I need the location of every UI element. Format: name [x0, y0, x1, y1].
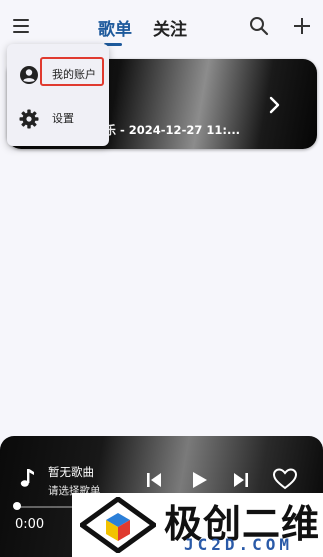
menu-item-my-account[interactable]: 我的账户: [7, 56, 109, 92]
play-icon[interactable]: [188, 469, 210, 491]
menu-item-label: 我的账户: [52, 68, 96, 81]
current-time: 0:00: [15, 517, 45, 532]
chevron-right-icon: [267, 96, 283, 114]
watermark: 极创二维 JC2D.COM: [72, 493, 323, 557]
overflow-menu: 我的账户 设置: [7, 44, 109, 146]
playlist-title: 音乐 - 2024-12-27 11:...: [93, 123, 241, 137]
watermark-text-en: JC2D.COM: [184, 535, 294, 554]
gear-icon: [19, 109, 39, 129]
watermark-logo: [77, 495, 159, 555]
heart-icon[interactable]: [272, 467, 298, 491]
progress-thumb[interactable]: [13, 502, 21, 510]
tab-following[interactable]: 关注: [153, 15, 187, 40]
previous-icon[interactable]: [143, 469, 165, 491]
song-title: 暂无歌曲: [48, 465, 94, 479]
add-icon[interactable]: [291, 15, 313, 37]
menu-icon[interactable]: [11, 16, 33, 36]
tab-playlists[interactable]: 歌单: [98, 15, 132, 40]
menu-item-label: 设置: [52, 112, 74, 125]
next-icon[interactable]: [230, 469, 252, 491]
account-circle-icon: [19, 65, 39, 85]
menu-item-settings[interactable]: 设置: [7, 100, 109, 136]
search-icon[interactable]: [248, 15, 270, 37]
music-note-icon: [18, 467, 36, 489]
